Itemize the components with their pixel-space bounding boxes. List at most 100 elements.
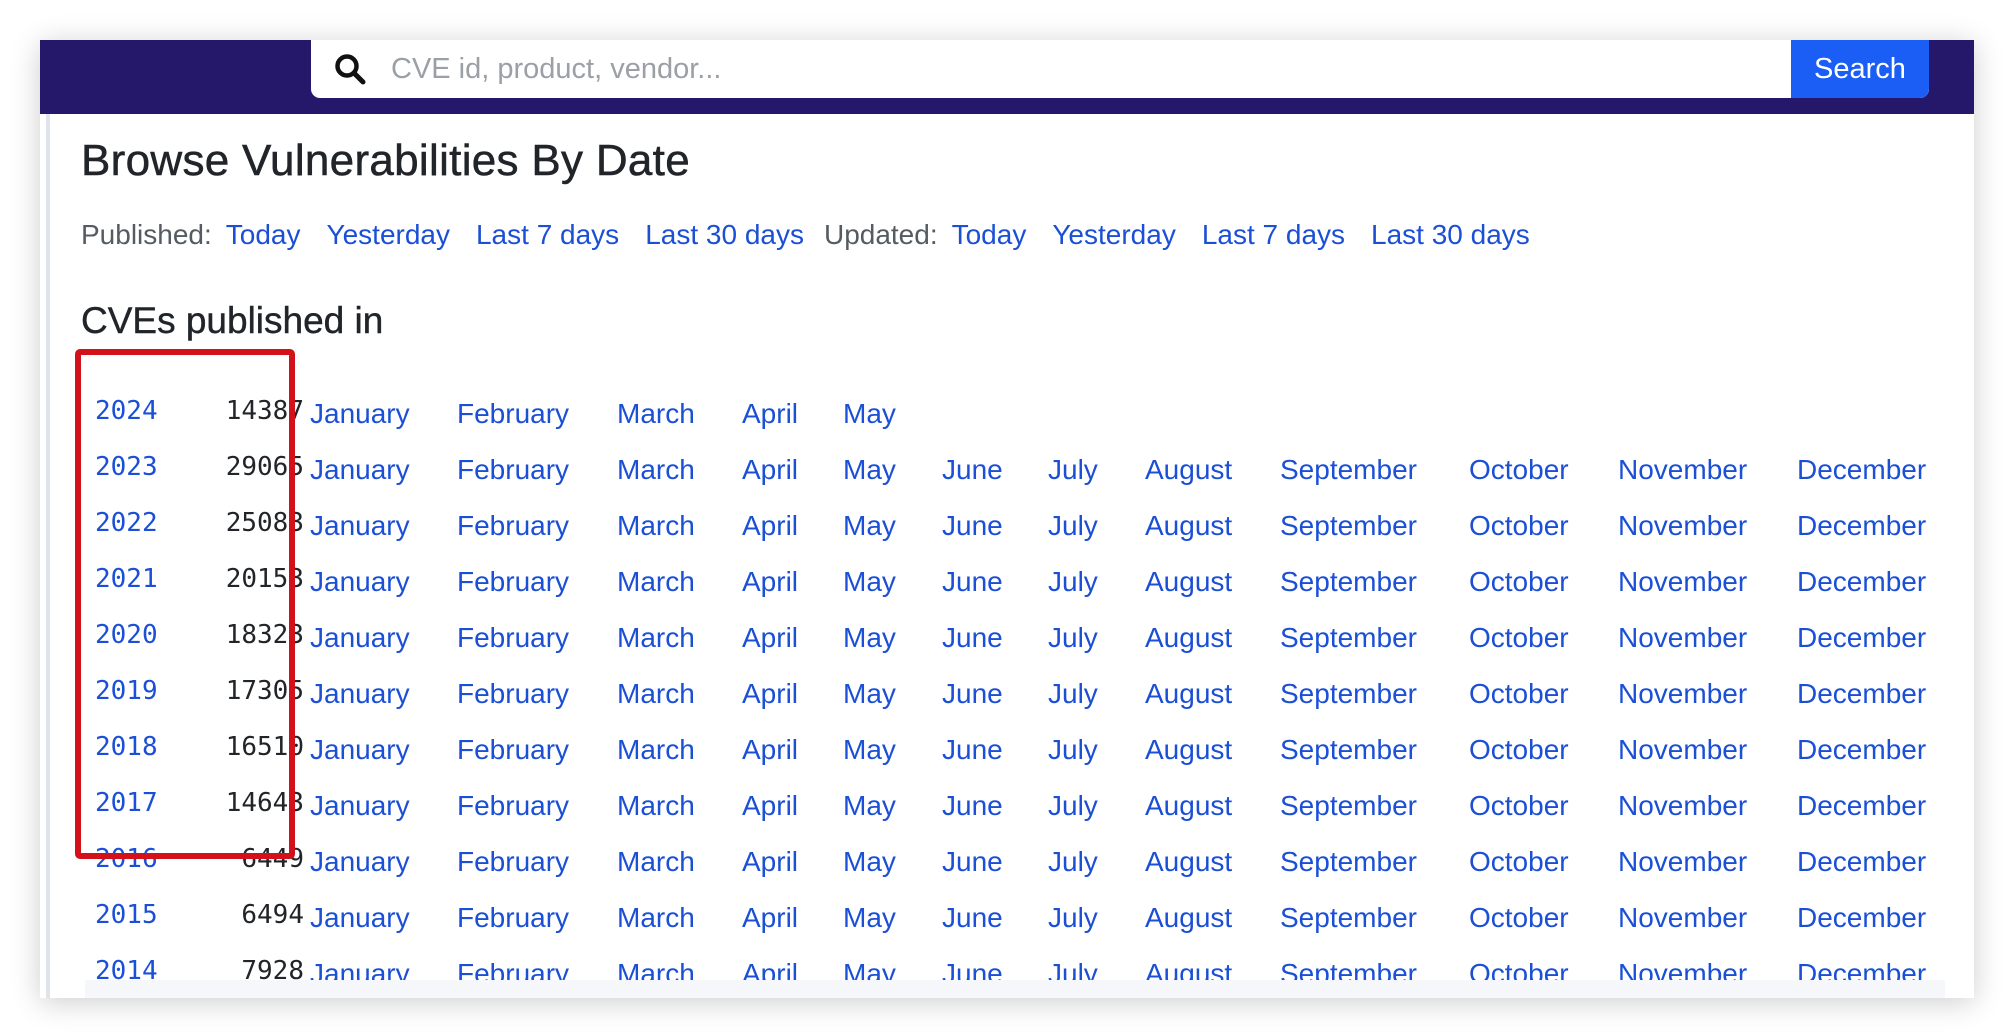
month-link[interactable]: August <box>1145 454 1232 486</box>
month-link[interactable]: December <box>1797 622 1926 654</box>
month-link[interactable]: January <box>310 454 410 486</box>
month-link[interactable]: November <box>1618 622 1747 654</box>
month-link[interactable]: November <box>1618 790 1747 822</box>
month-link[interactable]: June <box>942 566 1003 598</box>
month-link[interactable]: September <box>1280 678 1417 710</box>
month-link[interactable]: April <box>742 566 798 598</box>
month-link[interactable]: March <box>617 622 695 654</box>
year-link[interactable]: 2022 <box>95 508 158 538</box>
year-link[interactable]: 2024 <box>95 396 158 426</box>
year-link[interactable]: 2017 <box>95 788 158 818</box>
month-link[interactable]: December <box>1797 734 1926 766</box>
month-link[interactable]: February <box>457 734 569 766</box>
month-link[interactable]: February <box>457 510 569 542</box>
updated-last-7-days-link[interactable]: Last 7 days <box>1202 219 1345 251</box>
month-link[interactable]: July <box>1048 566 1098 598</box>
month-link[interactable]: March <box>617 790 695 822</box>
month-link[interactable]: June <box>942 678 1003 710</box>
month-link[interactable]: May <box>843 454 896 486</box>
month-link[interactable]: July <box>1048 902 1098 934</box>
month-link[interactable]: March <box>617 510 695 542</box>
month-link[interactable]: January <box>310 678 410 710</box>
month-link[interactable]: May <box>843 566 896 598</box>
month-link[interactable]: February <box>457 398 569 430</box>
search-input[interactable] <box>391 40 1771 98</box>
month-link[interactable]: October <box>1469 846 1569 878</box>
month-link[interactable]: May <box>843 734 896 766</box>
year-link[interactable]: 2018 <box>95 732 158 762</box>
year-link[interactable]: 2016 <box>95 844 158 874</box>
month-link[interactable]: April <box>742 622 798 654</box>
month-link[interactable]: October <box>1469 902 1569 934</box>
year-link[interactable]: 2023 <box>95 452 158 482</box>
month-link[interactable]: January <box>310 902 410 934</box>
month-link[interactable]: January <box>310 510 410 542</box>
month-link[interactable]: April <box>742 902 798 934</box>
month-link[interactable]: November <box>1618 510 1747 542</box>
month-link[interactable]: August <box>1145 902 1232 934</box>
month-link[interactable]: November <box>1618 566 1747 598</box>
month-link[interactable]: August <box>1145 734 1232 766</box>
month-link[interactable]: February <box>457 622 569 654</box>
month-link[interactable]: May <box>843 510 896 542</box>
month-link[interactable]: September <box>1280 734 1417 766</box>
month-link[interactable]: April <box>742 454 798 486</box>
updated-today-link[interactable]: Today <box>952 219 1027 251</box>
month-link[interactable]: October <box>1469 790 1569 822</box>
month-link[interactable]: September <box>1280 622 1417 654</box>
month-link[interactable]: July <box>1048 790 1098 822</box>
published-last-7-days-link[interactable]: Last 7 days <box>476 219 619 251</box>
month-link[interactable]: June <box>942 622 1003 654</box>
month-link[interactable]: January <box>310 566 410 598</box>
month-link[interactable]: November <box>1618 902 1747 934</box>
month-link[interactable]: January <box>310 790 410 822</box>
month-link[interactable]: June <box>942 510 1003 542</box>
search-button[interactable]: Search <box>1791 40 1929 98</box>
month-link[interactable]: September <box>1280 846 1417 878</box>
month-link[interactable]: January <box>310 846 410 878</box>
year-link[interactable]: 2020 <box>95 620 158 650</box>
month-link[interactable]: October <box>1469 566 1569 598</box>
month-link[interactable]: April <box>742 678 798 710</box>
month-link[interactable]: September <box>1280 566 1417 598</box>
published-yesterday-link[interactable]: Yesterday <box>326 219 450 251</box>
year-link[interactable]: 2015 <box>95 900 158 930</box>
month-link[interactable]: December <box>1797 510 1926 542</box>
year-link[interactable]: 2021 <box>95 564 158 594</box>
month-link[interactable]: March <box>617 846 695 878</box>
month-link[interactable]: November <box>1618 454 1747 486</box>
month-link[interactable]: April <box>742 510 798 542</box>
month-link[interactable]: August <box>1145 846 1232 878</box>
month-link[interactable]: February <box>457 846 569 878</box>
month-link[interactable]: June <box>942 846 1003 878</box>
month-link[interactable]: October <box>1469 622 1569 654</box>
month-link[interactable]: August <box>1145 622 1232 654</box>
month-link[interactable]: August <box>1145 510 1232 542</box>
month-link[interactable]: February <box>457 790 569 822</box>
month-link[interactable]: May <box>843 398 896 430</box>
month-link[interactable]: April <box>742 790 798 822</box>
month-link[interactable]: July <box>1048 510 1098 542</box>
month-link[interactable]: October <box>1469 454 1569 486</box>
month-link[interactable]: March <box>617 734 695 766</box>
month-link[interactable]: February <box>457 678 569 710</box>
month-link[interactable]: September <box>1280 790 1417 822</box>
published-today-link[interactable]: Today <box>226 219 301 251</box>
month-link[interactable]: July <box>1048 734 1098 766</box>
month-link[interactable]: May <box>843 622 896 654</box>
month-link[interactable]: June <box>942 734 1003 766</box>
month-link[interactable]: April <box>742 734 798 766</box>
month-link[interactable]: July <box>1048 846 1098 878</box>
month-link[interactable]: August <box>1145 566 1232 598</box>
month-link[interactable]: July <box>1048 454 1098 486</box>
month-link[interactable]: January <box>310 622 410 654</box>
month-link[interactable]: February <box>457 902 569 934</box>
month-link[interactable]: August <box>1145 790 1232 822</box>
month-link[interactable]: July <box>1048 622 1098 654</box>
month-link[interactable]: May <box>843 902 896 934</box>
month-link[interactable]: January <box>310 734 410 766</box>
published-last-30-days-link[interactable]: Last 30 days <box>645 219 804 251</box>
month-link[interactable]: January <box>310 398 410 430</box>
month-link[interactable]: November <box>1618 734 1747 766</box>
year-link[interactable]: 2019 <box>95 676 158 706</box>
